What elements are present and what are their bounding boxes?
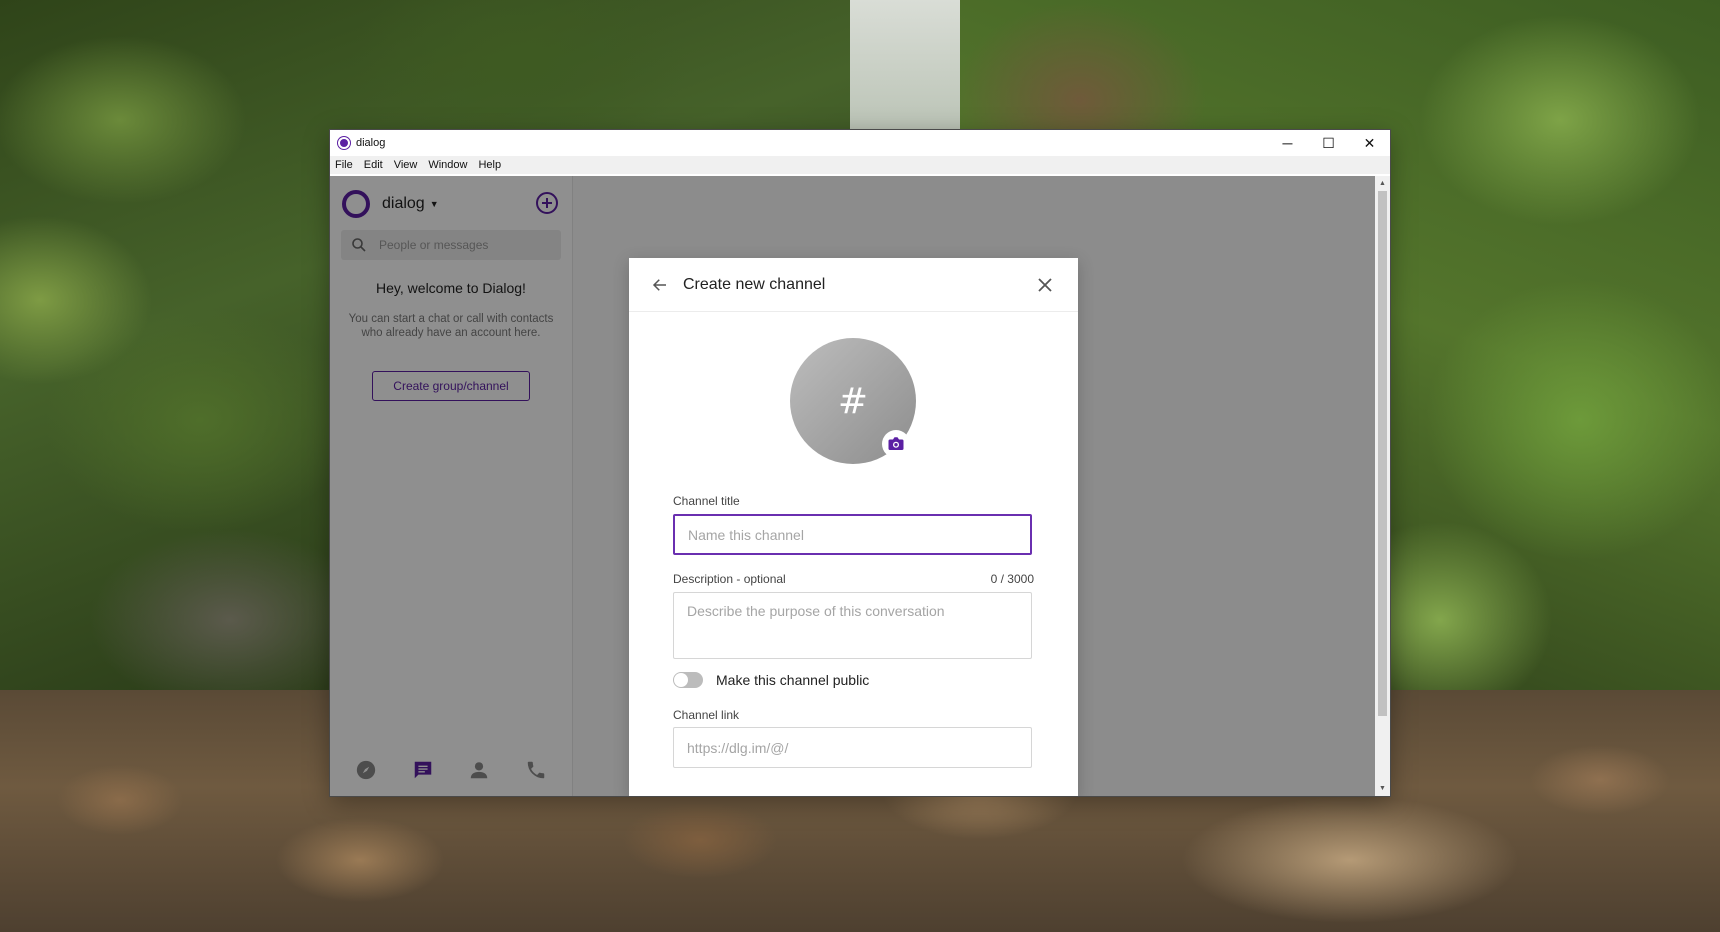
window-controls: ─ ☐ ✕	[1267, 130, 1390, 156]
create-channel-dialog: Create new channel # Channel title Name …	[629, 258, 1078, 796]
arrow-left-icon	[652, 278, 666, 291]
channel-title-input[interactable]	[673, 514, 1032, 555]
channel-link-label: Channel link	[673, 708, 740, 722]
dialog-title: Create new channel	[683, 275, 826, 293]
window-title: dialog	[356, 137, 386, 149]
app-window: dialog ─ ☐ ✕ File Edit View Window Help …	[330, 130, 1390, 796]
public-channel-toggle[interactable]	[673, 672, 703, 688]
camera-icon	[888, 437, 904, 450]
toggle-knob	[674, 673, 688, 687]
menu-bar: File Edit View Window Help	[330, 156, 1390, 174]
public-toggle-row: Make this channel public	[673, 672, 869, 688]
description-char-counter: 0 / 3000	[990, 572, 1034, 586]
app-logo-icon	[338, 137, 350, 149]
close-window-button[interactable]: ✕	[1349, 130, 1390, 156]
dialog-header: Create new channel	[629, 258, 1078, 312]
app-content: dialog ▼ Hey, welcome to Dialog! You can…	[330, 176, 1390, 796]
close-icon	[1038, 277, 1052, 292]
channel-title-label: Channel title	[673, 494, 740, 508]
description-input[interactable]	[673, 592, 1032, 659]
public-toggle-label: Make this channel public	[716, 672, 870, 688]
menu-window[interactable]: Window	[428, 159, 467, 171]
menu-view[interactable]: View	[394, 159, 418, 171]
upload-photo-button[interactable]	[882, 430, 910, 458]
hash-icon: #	[837, 380, 869, 422]
scroll-down-arrow-icon[interactable]: ▼	[1375, 781, 1390, 796]
scroll-up-arrow-icon[interactable]: ▲	[1375, 176, 1390, 191]
description-label: Description - optional	[673, 572, 786, 586]
menu-edit[interactable]: Edit	[364, 159, 383, 171]
title-bar[interactable]: dialog ─ ☐ ✕	[330, 130, 1390, 156]
back-button[interactable]	[649, 274, 671, 296]
menu-file[interactable]: File	[335, 159, 353, 171]
vertical-scrollbar[interactable]: ▲ ▼	[1375, 176, 1390, 796]
menu-help[interactable]: Help	[478, 159, 501, 171]
maximize-button[interactable]: ☐	[1308, 130, 1349, 156]
close-dialog-button[interactable]	[1034, 274, 1056, 296]
scrollbar-thumb[interactable]	[1378, 191, 1387, 716]
minimize-button[interactable]: ─	[1267, 130, 1308, 156]
channel-link-input[interactable]	[673, 727, 1032, 768]
